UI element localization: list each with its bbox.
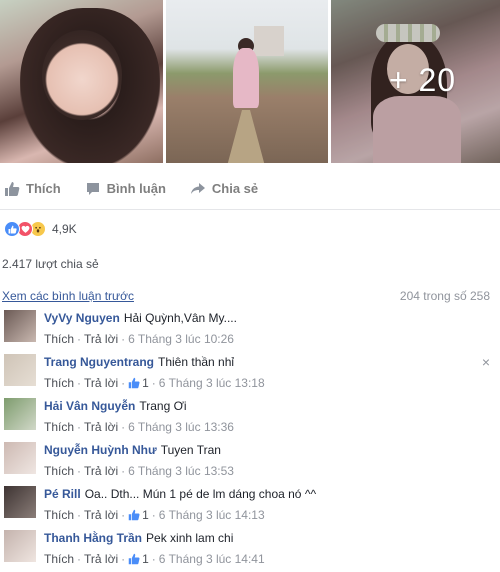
reaction-count: 4,9K [52, 222, 77, 236]
comment-icon [86, 182, 99, 195]
comment-reply-link[interactable]: Trả lời [84, 508, 118, 522]
comment-item: Pé Rill Oa.. Dth... Mún 1 pé de lm dáng c… [0, 484, 500, 528]
share-icon [190, 182, 205, 194]
comment-like-link[interactable]: Thích [44, 420, 74, 434]
photo-3[interactable]: + 20 [331, 0, 500, 163]
comment-reply-link[interactable]: Trả lời [84, 376, 118, 390]
like-count-value: 1 [142, 376, 149, 390]
photo-2-path [226, 110, 266, 163]
comment-like-link[interactable]: Thích [44, 332, 74, 346]
comment-meta: Thích · Trả lời · 6 Tháng 3 lúc 13:53 [44, 464, 234, 478]
comment-reply-link[interactable]: Trả lời [84, 464, 118, 478]
comment-time[interactable]: 6 Tháng 3 lúc 13:36 [128, 420, 234, 434]
comment-like-count[interactable]: 1 [128, 508, 149, 522]
comment-author[interactable]: Pé Rill [44, 487, 81, 501]
close-icon[interactable]: × [482, 354, 490, 370]
comment-time[interactable]: 6 Tháng 3 lúc 13:53 [128, 464, 234, 478]
comment-body: Pé Rill Oa.. Dth... Mún 1 pé de lm dáng c… [44, 484, 316, 528]
comment-meta: Thích · Trả lời · 1 · 6 Tháng 3 lúc 14:41 [44, 552, 265, 566]
comment-text: Oa.. Dth... Mún 1 pé de lm dáng choa nó … [84, 487, 317, 501]
comment-body: Trang Nguyentrang Thiên thần nhỉ Thích · Tr… [44, 352, 265, 396]
comment-item: Hải Vân Nguyễn Trang Ơi Thích · Trả lời · 6 T… [0, 396, 500, 440]
comment-author[interactable]: Nguyễn Huỳnh Như [44, 443, 157, 457]
photo-2-girl [233, 48, 259, 108]
comment-author[interactable]: Trang Nguyentrang [44, 355, 154, 369]
comment-text: Pek xinh lam chi [146, 531, 234, 545]
avatar[interactable] [4, 530, 36, 562]
comment-reply-link[interactable]: Trả lời [84, 552, 118, 566]
like-label: Thích [26, 181, 61, 196]
thumbs-up-icon [5, 181, 20, 196]
comment-item: VyVy Nguyen Hải Quỳnh,Vân My.... Thích · Tr… [0, 308, 500, 352]
like-count-value: 1 [142, 508, 149, 522]
comment-item: Nguyễn Huỳnh Như Tuyen Tran Thích · Trả lời… [0, 440, 500, 484]
thumbs-up-icon [128, 377, 140, 389]
photo-1[interactable] [0, 0, 163, 163]
comment-time[interactable]: 6 Tháng 3 lúc 13:18 [159, 376, 265, 390]
thumbs-up-icon [128, 553, 140, 565]
comment-count: 204 trong số 258 [399, 289, 490, 303]
thumbs-up-icon [128, 509, 140, 521]
comment-time[interactable]: 6 Tháng 3 lúc 14:41 [159, 552, 265, 566]
comment-item: Thanh Hằng Trần Pek xinh lam chi Thích · Tr… [0, 528, 500, 572]
avatar[interactable] [4, 354, 36, 386]
share-label: Chia sẻ [211, 181, 259, 196]
comment-like-link[interactable]: Thích [44, 508, 74, 522]
comment-text: Trang Ơi [139, 399, 187, 413]
photo-grid: + 20 [0, 0, 500, 163]
post-action-bar: Thích Bình luận Chia sẻ [0, 168, 500, 210]
view-previous-comments-link[interactable]: Xem các bình luận trước [2, 289, 134, 303]
like-button[interactable]: Thích [4, 181, 61, 197]
share-count-text: 2.417 lượt chia sẻ [2, 257, 99, 271]
comment-time[interactable]: 6 Tháng 3 lúc 14:13 [159, 508, 265, 522]
avatar[interactable] [4, 442, 36, 474]
comment-item: Trang Nguyentrang Thiên thần nhỉ Thích · Tr… [0, 352, 500, 396]
comment-like-count[interactable]: 1 [128, 552, 149, 566]
share-button[interactable]: Chia sẻ [190, 181, 258, 197]
avatar[interactable] [4, 398, 36, 430]
comment-label: Bình luận [106, 181, 166, 196]
comment-author[interactable]: VyVy Nguyen [44, 311, 120, 325]
avatar[interactable] [4, 486, 36, 518]
comment-author[interactable]: Hải Vân Nguyễn [44, 399, 135, 413]
more-photos-count: + 20 [388, 62, 457, 98]
photo-2-building [254, 26, 284, 56]
comment-reply-link[interactable]: Trả lời [84, 332, 118, 346]
comment-like-link[interactable]: Thích [44, 552, 74, 566]
comment-meta: Thích · Trả lời · 1 · 6 Tháng 3 lúc 13:18 [44, 376, 265, 390]
comment-meta: Thích · Trả lời · 1 · 6 Tháng 3 lúc 14:13 [44, 508, 265, 522]
comment-like-count[interactable]: 1 [128, 376, 149, 390]
like-icon [4, 221, 20, 237]
comment-text: Thiên thần nhỉ [158, 355, 235, 369]
comment-like-link[interactable]: Thích [44, 376, 74, 390]
comment-body: Nguyễn Huỳnh Như Tuyen Tran Thích · Trả lời… [44, 440, 234, 484]
comment-text: Tuyen Tran [160, 443, 221, 457]
comment-meta: Thích · Trả lời · 6 Tháng 3 lúc 10:26 [44, 332, 234, 346]
comment-text: Hải Quỳnh,Vân My.... [123, 311, 237, 325]
photo-1-face [42, 30, 122, 120]
comment-body: Hải Vân Nguyễn Trang Ơi Thích · Trả lời · 6 T… [44, 396, 234, 440]
comment-author[interactable]: Thanh Hằng Trần [44, 531, 142, 545]
comment-body: Thanh Hằng Trần Pek xinh lam chi Thích · Tr… [44, 528, 265, 572]
like-count-value: 1 [142, 552, 149, 566]
comment-button[interactable]: Bình luận [85, 181, 166, 197]
comment-time[interactable]: 6 Tháng 3 lúc 10:26 [128, 332, 234, 346]
comment-reply-link[interactable]: Trả lời [84, 420, 118, 434]
comments-header: Xem các bình luận trước 204 trong số 258 [0, 286, 500, 306]
reactions-summary[interactable]: 4,9K [0, 211, 500, 247]
avatar[interactable] [4, 310, 36, 342]
comment-like-link[interactable]: Thích [44, 464, 74, 478]
share-count[interactable]: 2.417 lượt chia sẻ [0, 252, 500, 276]
photo-2[interactable] [166, 0, 328, 163]
more-photos-overlay[interactable]: + 20 [331, 0, 500, 163]
comment-body: VyVy Nguyen Hải Quỳnh,Vân My.... Thích · Tr… [44, 308, 237, 352]
comment-meta: Thích · Trả lời · 6 Tháng 3 lúc 13:36 [44, 420, 234, 434]
